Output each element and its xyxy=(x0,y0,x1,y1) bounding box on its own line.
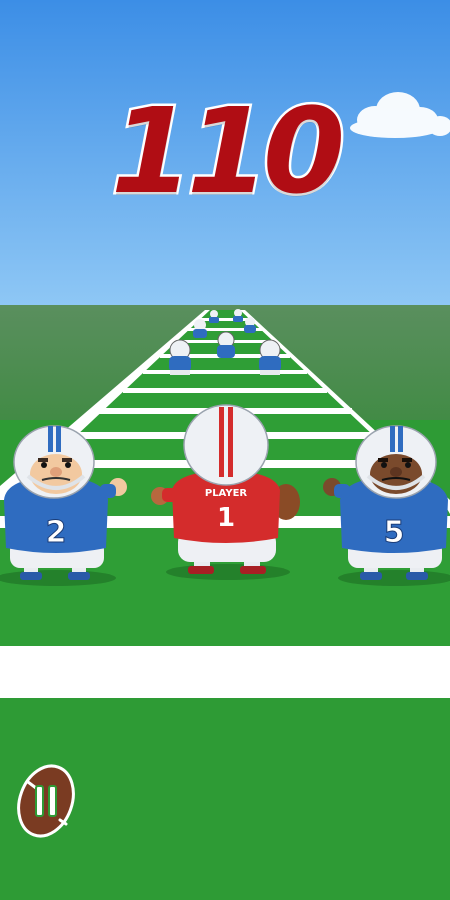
pause-button[interactable] xyxy=(14,762,78,840)
right-defender-number: 5 xyxy=(384,515,405,550)
hero-number: 1 xyxy=(217,503,235,533)
score-display: 110 xyxy=(108,82,347,220)
left-defender-number: 2 xyxy=(46,515,67,550)
hero-label: PLAYER xyxy=(205,488,248,499)
